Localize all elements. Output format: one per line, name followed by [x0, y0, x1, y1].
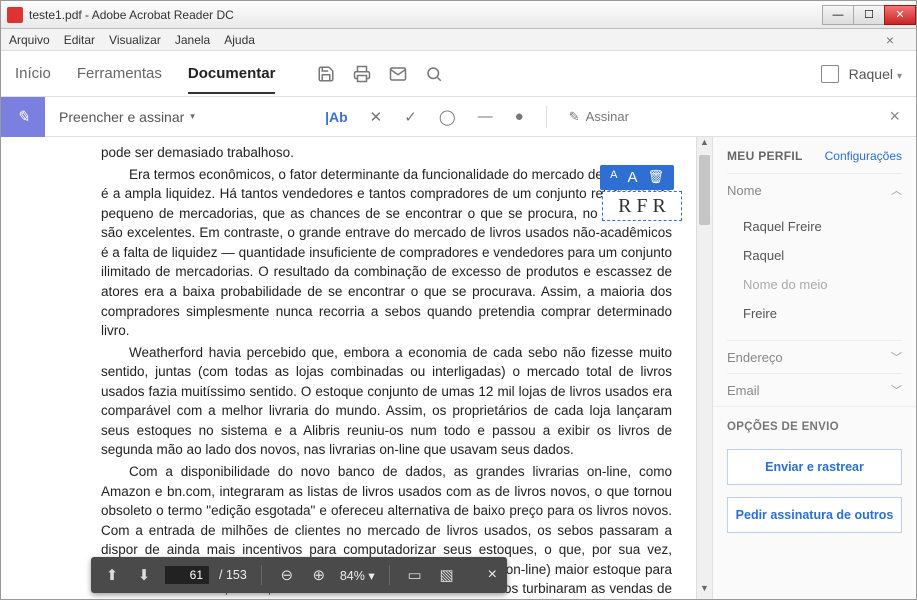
nav-documentar[interactable]: Documentar — [188, 65, 276, 94]
page-down-icon[interactable]: ⬇ — [133, 564, 155, 586]
signature-mini-toolbar: A A 🗑 — [600, 165, 674, 190]
fill-sign-toolbar: ✎ Preencher e assinar ▾ |Ab ✕ ✓ ◯ — ● ✎ … — [1, 97, 916, 137]
print-icon[interactable] — [351, 63, 373, 85]
menu-arquivo[interactable]: Arquivo — [9, 33, 50, 47]
zoom-level[interactable]: 84% ▾ — [340, 568, 375, 583]
dot-tool[interactable]: ● — [515, 108, 524, 125]
page-number-input[interactable] — [165, 566, 209, 584]
mobile-icon[interactable] — [821, 65, 839, 83]
top-toolbar: Início Ferramentas Documentar Raquel▾ — [1, 51, 916, 97]
chevron-up-icon: ︿ — [891, 182, 902, 198]
chevron-down-icon: ﹀ — [891, 382, 902, 398]
delete-signature-icon[interactable]: 🗑 — [643, 169, 668, 186]
vertical-scrollbar[interactable]: ▲ ▼ — [696, 137, 712, 599]
close-toolbar-icon[interactable]: × — [488, 566, 497, 584]
menubar-close-icon[interactable]: × — [886, 32, 894, 48]
menu-visualizar[interactable]: Visualizar — [109, 33, 161, 47]
add-text-tool[interactable]: |Ab — [325, 109, 348, 125]
scroll-down-icon[interactable]: ▼ — [697, 583, 712, 599]
section-name[interactable]: Nome ︿ — [727, 173, 902, 206]
config-link[interactable]: Configurações — [825, 149, 902, 163]
size-up-icon[interactable]: A — [623, 169, 641, 186]
fit-width-icon[interactable]: ▭ — [404, 564, 426, 586]
zoom-out-icon[interactable]: ⊖ — [276, 564, 298, 586]
close-fill-sign-button[interactable]: × — [889, 106, 900, 127]
size-down-icon[interactable]: A — [606, 169, 621, 186]
name-last[interactable]: Freire — [739, 299, 902, 328]
user-menu[interactable]: Raquel▾ — [849, 66, 902, 82]
scroll-up-icon[interactable]: ▲ — [697, 137, 712, 153]
window-title: teste1.pdf - Adobe Acrobat Reader DC — [29, 8, 823, 22]
window-titlebar: teste1.pdf - Adobe Acrobat Reader DC — ☐… — [1, 1, 916, 29]
separator — [546, 106, 547, 128]
menu-ajuda[interactable]: Ajuda — [224, 33, 255, 47]
scroll-thumb[interactable] — [699, 155, 710, 225]
menu-editar[interactable]: Editar — [64, 33, 95, 47]
menubar: Arquivo Editar Visualizar Janela Ajuda × — [1, 29, 916, 51]
nav-inicio[interactable]: Início — [15, 65, 51, 82]
page-toolbar: ⬆ ⬇ / 153 ⊖ ⊕ 84% ▾ ▭ ▧ × — [91, 557, 507, 593]
close-window-button[interactable]: ✕ — [884, 5, 916, 25]
menu-janela[interactable]: Janela — [175, 33, 210, 47]
name-middle-placeholder[interactable]: Nome do meio — [739, 270, 902, 299]
line-tool[interactable]: — — [478, 108, 493, 125]
fit-page-icon[interactable]: ▧ — [436, 564, 458, 586]
nav-ferramentas[interactable]: Ferramentas — [77, 65, 162, 82]
circle-tool[interactable]: ◯ — [439, 108, 456, 126]
chevron-down-icon: ▾ — [897, 71, 902, 82]
maximize-button[interactable]: ☐ — [853, 5, 885, 25]
fill-sign-logo-icon: ✎ — [1, 97, 45, 137]
signature-icon: ✎ — [569, 109, 580, 125]
section-address[interactable]: Endereço ﹀ — [727, 340, 902, 373]
send-options-title: OPÇÕES DE ENVIO — [713, 406, 916, 443]
minimize-button[interactable]: — — [822, 5, 854, 25]
chevron-down-icon: ▾ — [190, 111, 195, 122]
signature-annotation[interactable]: R F R — [602, 191, 682, 221]
page-total: / 153 — [219, 568, 247, 582]
zoom-in-icon[interactable]: ⊕ — [308, 564, 330, 586]
profile-title: MEU PERFIL — [727, 149, 803, 163]
right-panel: MEU PERFIL Configurações Nome ︿ Raquel F… — [712, 137, 916, 599]
page-up-icon[interactable]: ⬆ — [101, 564, 123, 586]
fill-sign-dropdown[interactable]: Preencher e assinar ▾ — [59, 109, 195, 125]
send-track-button[interactable]: Enviar e rastrear — [727, 449, 902, 485]
check-tool[interactable]: ✓ — [404, 108, 417, 126]
save-icon[interactable] — [315, 63, 337, 85]
name-first[interactable]: Raquel — [739, 241, 902, 270]
name-full[interactable]: Raquel Freire — [739, 212, 902, 241]
section-email[interactable]: Email ﹀ — [727, 373, 902, 406]
email-icon[interactable] — [387, 63, 409, 85]
search-icon[interactable] — [423, 63, 445, 85]
chevron-down-icon: ﹀ — [891, 349, 902, 365]
cross-tool[interactable]: ✕ — [370, 108, 383, 126]
sign-button[interactable]: ✎ Assinar — [569, 109, 629, 125]
document-view[interactable]: pode ser demasiado trabalhoso. Era termo… — [1, 137, 712, 599]
request-signature-button[interactable]: Pedir assinatura de outros — [727, 497, 902, 533]
app-icon — [7, 7, 23, 23]
